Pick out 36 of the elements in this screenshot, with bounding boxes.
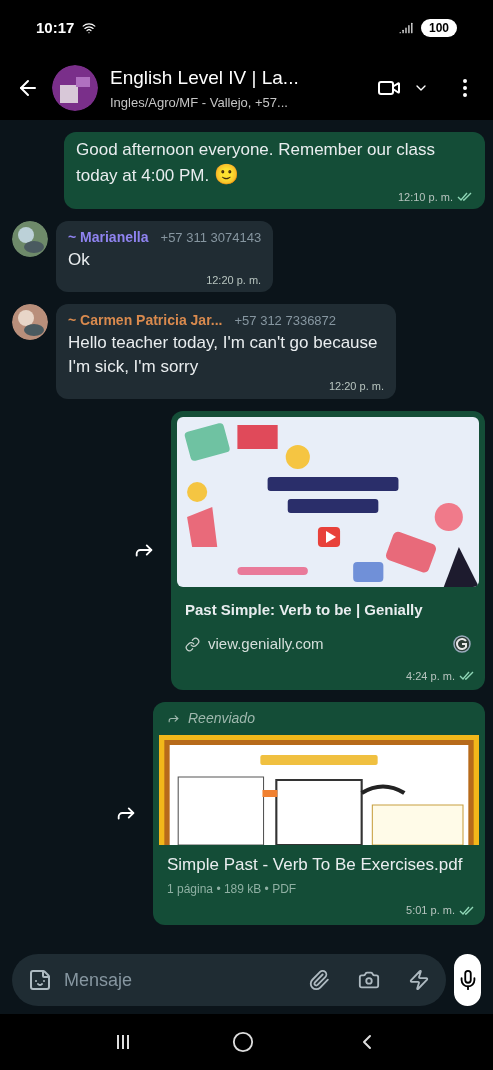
battery-level: 100 <box>420 19 457 37</box>
sender-name[interactable]: ~ Carmen Patricia Jar... <box>68 310 223 332</box>
lightning-icon[interactable] <box>408 969 430 991</box>
message-text: Hello teacher today, I'm can't go because I'm sick, I'm sorry <box>68 332 379 378</box>
file-meta: 1 página • 189 kB • PDF <box>166 881 298 899</box>
link-preview-card[interactable]: Past Simple: Verb to be | Genially view.genially.com 4:24 p. m. <box>171 410 485 690</box>
message-time: 12:20 p. m. <box>328 379 384 394</box>
status-time: 10:17 <box>36 17 75 38</box>
message-field[interactable]: Mensaje <box>64 966 296 994</box>
link-title: Past Simple: Verb to be | Genially <box>184 599 424 620</box>
camera-icon[interactable] <box>358 969 380 991</box>
link-icon <box>185 636 200 652</box>
voice-message-button[interactable] <box>454 954 481 1006</box>
forwarded-label: Reenviado <box>188 709 255 728</box>
document-message[interactable]: Reenviado Simple Past - Verb To Be Exercises.pdf 1 página • 189 kB • PDF 5:01 p. m. <box>153 702 485 925</box>
sender-phone: +57 311 3074143 <box>160 229 262 248</box>
forwarded-icon <box>167 712 180 725</box>
site-logo-icon <box>453 635 471 654</box>
message-time: 12:20 p. m. <box>206 272 262 288</box>
message-text: Ok <box>68 249 91 272</box>
sticker-icon[interactable] <box>28 968 52 992</box>
chat-title[interactable]: English Level IV | La... <box>110 64 365 93</box>
file-name: Simple Past - Verb To Be Exercises.pdf <box>166 854 464 876</box>
sender-name[interactable]: ~ Marianella <box>68 227 149 249</box>
wifi-icon <box>82 21 97 35</box>
home-icon[interactable] <box>232 1031 255 1053</box>
link-url[interactable]: view.genially.com <box>208 633 324 656</box>
message-time: 5:01 p. m. <box>406 903 455 919</box>
message-time: 4:24 p. m. <box>406 668 455 684</box>
signal-icon <box>398 21 413 35</box>
sender-phone: +57 312 7336872 <box>234 312 337 331</box>
message-time: 12:10 p. m. <box>397 189 453 205</box>
attach-icon[interactable] <box>308 969 330 991</box>
message-input[interactable]: Mensaje <box>12 954 446 1006</box>
chat-subtitle: Ingles/Agro/MF - Vallejo, +57... <box>110 93 289 112</box>
message-text: Good afternoon everyone. Remember our class today at 4:00 PM. 🙂 <box>76 139 437 188</box>
